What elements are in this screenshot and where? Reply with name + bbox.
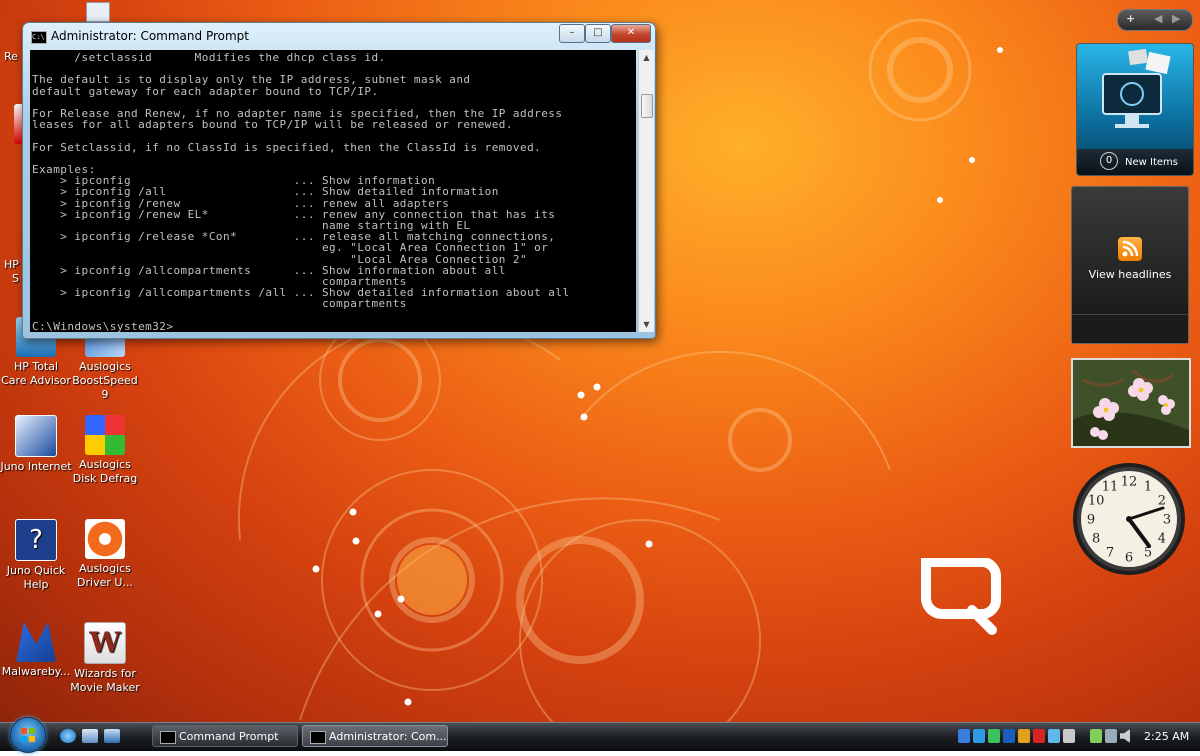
desktop-icon-wizards-movie-maker[interactable]: W Wizards for Movie Maker: [69, 622, 141, 695]
windows-logo-icon: [21, 728, 35, 742]
desktop-icon-driver-updater[interactable]: Auslogics Driver U...: [69, 519, 141, 590]
security-tray-icon[interactable]: [988, 729, 1000, 743]
new-items-count: 0: [1100, 152, 1118, 170]
juno-internet-icon: [15, 415, 57, 457]
update-tray-icon[interactable]: [1003, 729, 1015, 743]
slideshow-gadget[interactable]: [1071, 358, 1191, 448]
taskbar: Command Prompt Administrator: Com... 2:2…: [0, 717, 1200, 753]
folder-tray-icon[interactable]: [1018, 729, 1030, 743]
partial-icon-label[interactable]: S: [12, 272, 19, 285]
taskbar-button-label: Administrator: Com...: [329, 730, 447, 743]
clock-numeral: 12: [1121, 475, 1138, 490]
internet-explorer-icon[interactable]: [60, 729, 76, 743]
maximize-button[interactable]: □: [585, 24, 611, 43]
clock-numeral: 10: [1088, 494, 1105, 509]
hp-gadget[interactable]: 0 New Items: [1076, 43, 1194, 176]
clock-numeral: 11: [1102, 480, 1119, 495]
console-app-icon: [160, 731, 176, 744]
console-app-icon: C:\: [31, 31, 47, 44]
taskbar-button-command-prompt[interactable]: Command Prompt: [152, 725, 298, 747]
feed-headlines-gadget[interactable]: View headlines: [1071, 186, 1189, 344]
previous-icon[interactable]: ◀: [1154, 12, 1162, 25]
command-prompt-window[interactable]: C:\ Administrator: Command Prompt – □ ✕ …: [22, 22, 656, 339]
hp-monitor-icon: [1102, 48, 1171, 128]
help-icon: ?: [15, 519, 57, 561]
battery-tray-icon[interactable]: [1090, 729, 1102, 743]
desktop-icon-juno-quick-help[interactable]: ? Juno Quick Help: [0, 519, 72, 592]
desktop: Re HP S HP Total Care Advisor Auslogics …: [0, 0, 1200, 722]
desktop-icon-malwarebytes[interactable]: Malwareby...: [0, 622, 72, 679]
driver-updater-icon: [85, 519, 125, 559]
compaq-q-logo: [921, 558, 1001, 635]
volume-icon[interactable]: [1120, 729, 1130, 743]
desktop-icon-label: Wizards for Movie Maker: [70, 667, 140, 694]
taskbar-button-label: Command Prompt: [179, 730, 279, 743]
hp-gadget-footer: 0 New Items: [1077, 149, 1193, 175]
clock-numeral: 6: [1125, 551, 1133, 566]
wizards-w-icon: W: [84, 622, 126, 664]
malwarebytes-icon: [16, 622, 56, 662]
clock-numeral: 9: [1087, 513, 1095, 528]
view-headlines-link[interactable]: View headlines: [1072, 268, 1188, 281]
window-title: Administrator: Command Prompt: [51, 29, 249, 43]
desktop-icon-juno-internet[interactable]: Juno Internet: [0, 415, 72, 474]
network-connection-icon[interactable]: [1105, 729, 1117, 743]
desktop-icon-label: Malwareby...: [1, 665, 71, 678]
sidebar-controls[interactable]: + ◀ ▶: [1117, 9, 1193, 31]
next-icon[interactable]: ▶: [1172, 12, 1180, 25]
network-tray-icon[interactable]: [973, 729, 985, 743]
start-button[interactable]: [10, 717, 46, 753]
desktop-icon-label: Auslogics Driver U...: [77, 562, 133, 589]
clock-numeral: 2: [1158, 494, 1166, 509]
scroll-thumb[interactable]: [641, 94, 653, 118]
sync-tray-icon[interactable]: [1048, 729, 1060, 743]
console-output[interactable]: /setclassid Modifies the dhcp class id. …: [30, 50, 636, 332]
desktop-icon-label: Juno Internet: [0, 460, 72, 473]
clock-numeral: 4: [1158, 532, 1166, 547]
partial-icon-label[interactable]: HP: [4, 258, 19, 271]
device-tray-icon[interactable]: [1063, 729, 1075, 743]
add-gadget-icon[interactable]: +: [1126, 12, 1135, 25]
scroll-down-icon[interactable]: ▼: [639, 317, 654, 332]
scroll-up-icon[interactable]: ▲: [639, 50, 654, 65]
desktop-icon-label: HP Total Care Advisor: [1, 360, 71, 387]
vertical-scrollbar[interactable]: ▲ ▼: [638, 50, 654, 332]
clock-time[interactable]: 2:25 AM: [1144, 730, 1189, 743]
desktop-icon-label: Auslogics BoostSpeed 9: [72, 360, 138, 401]
alert-tray-icon[interactable]: [1033, 729, 1045, 743]
switch-windows-icon[interactable]: [104, 729, 120, 743]
clock-numeral: 1: [1144, 480, 1152, 495]
minimize-button[interactable]: –: [559, 24, 585, 43]
clock-numeral: 8: [1092, 532, 1100, 547]
taskbar-button-admin-command-prompt[interactable]: Administrator: Com...: [302, 725, 448, 747]
clock-numeral: 3: [1163, 513, 1171, 528]
malwarebytes-tray-icon[interactable]: [958, 729, 970, 743]
desktop-icon-label: Juno Quick Help: [6, 564, 66, 591]
clock-numeral: 7: [1106, 545, 1114, 560]
console-app-icon: [310, 731, 326, 744]
new-items-label[interactable]: New Items: [1125, 157, 1178, 168]
desktop-icon-label: Auslogics Disk Defrag: [72, 458, 138, 485]
clock-gadget[interactable]: 12 1234567891011: [1071, 461, 1187, 577]
flower-photo: [1073, 360, 1189, 446]
close-button[interactable]: ✕: [611, 24, 651, 43]
partial-app-icon[interactable]: [86, 2, 110, 22]
desktop-icon-disk-defrag[interactable]: Auslogics Disk Defrag: [69, 415, 141, 486]
console-text: /setclassid Modifies the dhcp class id. …: [32, 51, 570, 332]
rss-gadget-footer: [1072, 314, 1188, 343]
rss-icon: [1118, 237, 1142, 261]
partial-icon-label[interactable]: Re: [4, 50, 18, 63]
disk-defrag-icon: [85, 415, 125, 455]
show-desktop-icon[interactable]: [82, 729, 98, 743]
